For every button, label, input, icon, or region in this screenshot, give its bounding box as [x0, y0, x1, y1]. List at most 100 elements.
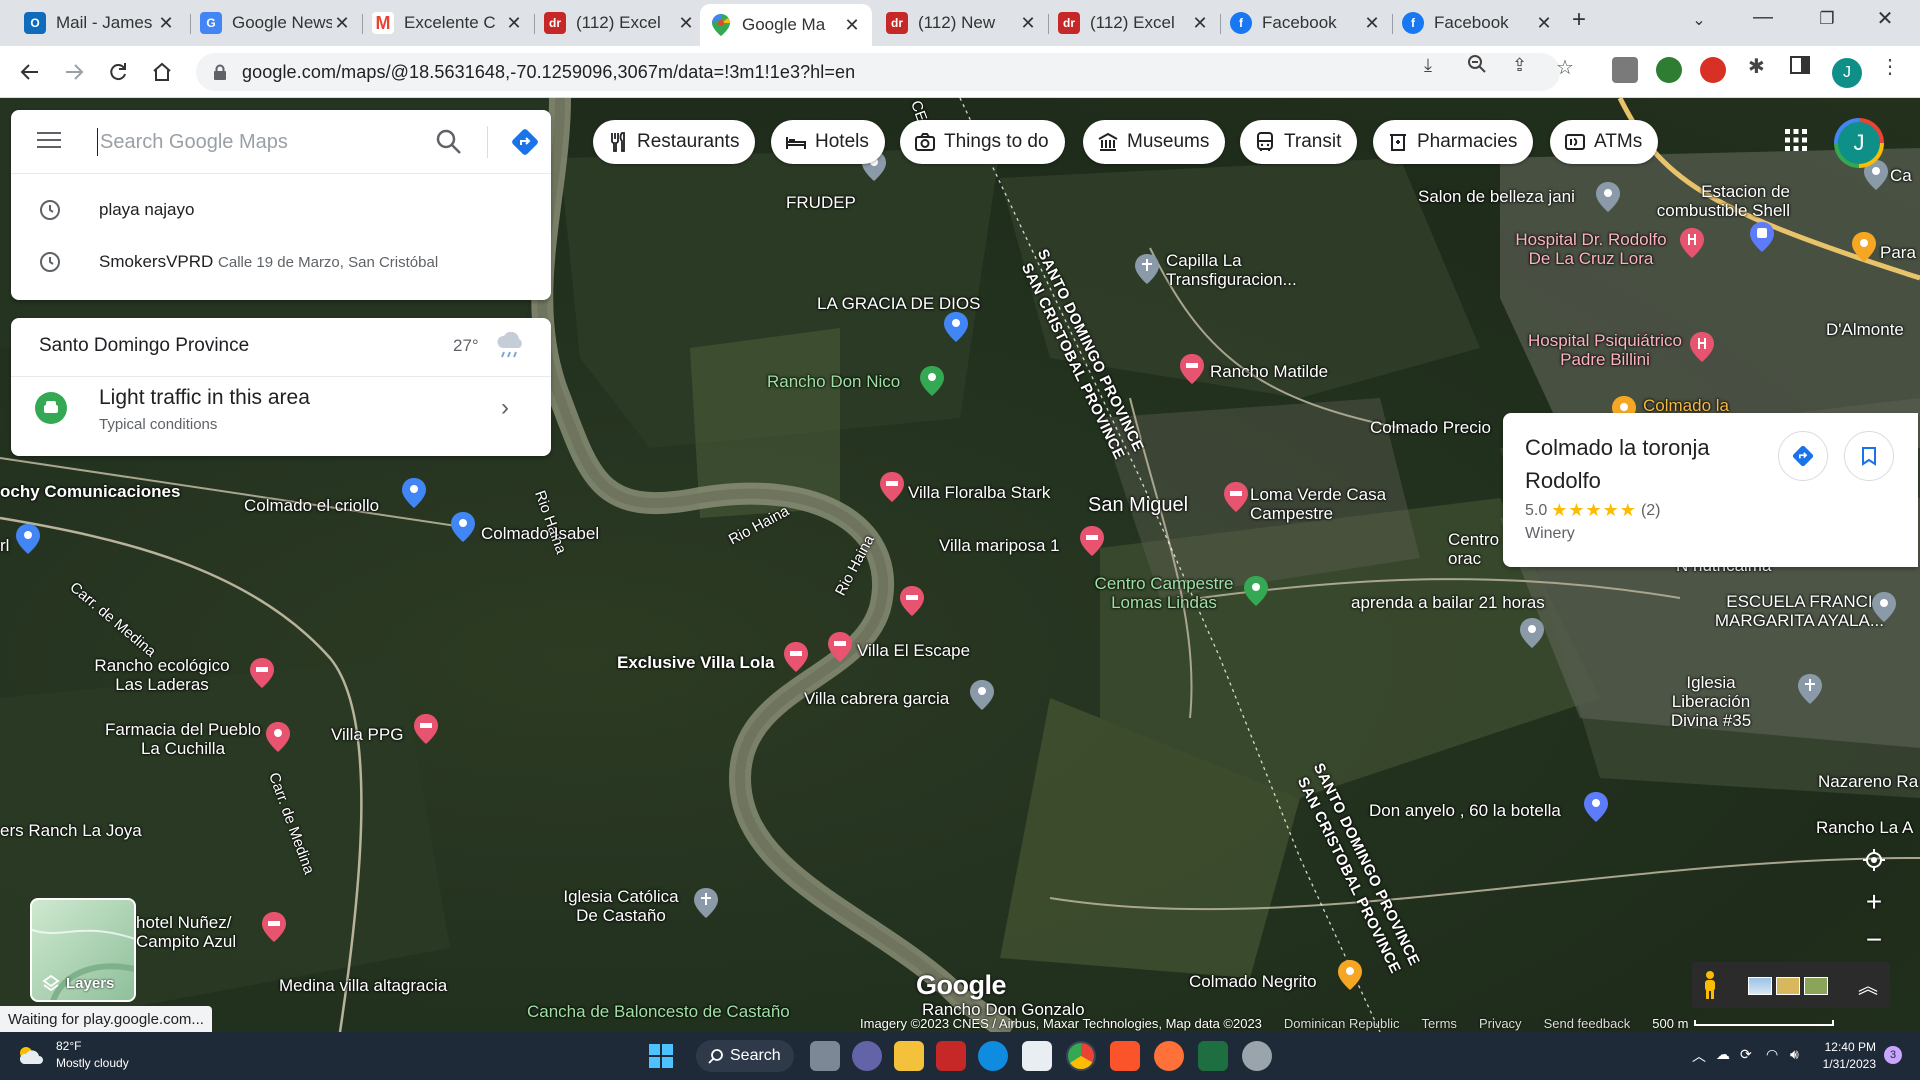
place-pin-icon[interactable] — [1596, 182, 1620, 212]
map-label[interactable]: Cancha de Baloncesto de Castaño — [527, 1002, 790, 1021]
bar-pin-icon[interactable] — [1338, 960, 1362, 990]
church-pin-icon[interactable] — [1135, 254, 1159, 284]
adblock-icon[interactable] — [1700, 57, 1726, 83]
close-icon[interactable]: ✕ — [504, 13, 524, 34]
brave-icon[interactable] — [1110, 1041, 1140, 1071]
install-app-icon[interactable]: ⤓ — [1424, 55, 1432, 76]
map-label[interactable]: Colmado Negrito — [1189, 972, 1317, 991]
map-label[interactable]: ers Ranch La Joya — [0, 821, 142, 840]
hospital-pin-icon[interactable] — [1680, 228, 1704, 258]
map-label[interactable]: Villa El Escape — [857, 641, 970, 660]
window-close-button[interactable]: ✕ — [1862, 6, 1908, 31]
microsoft-store-icon[interactable] — [1022, 1041, 1052, 1071]
tab-google-maps[interactable]: Google Ma ✕ — [700, 4, 872, 46]
hotel-pin-icon[interactable] — [828, 632, 852, 662]
place-pin-icon[interactable] — [944, 312, 968, 342]
hotel-pin-icon[interactable] — [900, 586, 924, 616]
place-card[interactable]: Colmado la toronja Rodolfo 5.0 ★★★★★ (2)… — [1503, 413, 1918, 567]
restore-button[interactable]: ❐ — [1804, 9, 1850, 29]
chip-atms[interactable]: ATMs — [1550, 120, 1659, 164]
park-pin-icon[interactable] — [920, 366, 944, 396]
map-label[interactable]: Nazareno Ra — [1818, 772, 1918, 791]
bar-pin-icon[interactable] — [1584, 792, 1608, 822]
map-label[interactable]: Loma Verde Casa Campestre — [1250, 485, 1400, 523]
church-pin-icon[interactable] — [1798, 674, 1822, 704]
tray-chevron-icon[interactable]: ︿ — [1692, 1046, 1706, 1066]
map-label[interactable]: Capilla La Transfiguracion... — [1166, 251, 1316, 289]
map-label[interactable]: Rancho Matilde — [1210, 362, 1328, 381]
map-label[interactable]: Iglesia Liberación Divina #35 — [1646, 673, 1776, 730]
tab-dr-2[interactable]: dr (112) New ✕ — [876, 6, 1048, 40]
taskbar-search[interactable]: Search — [696, 1040, 794, 1072]
map-label[interactable]: Villa mariposa 1 — [939, 536, 1060, 555]
tab-google-news[interactable]: G Google News ✕ — [190, 6, 362, 40]
teams-chat-icon[interactable] — [852, 1041, 882, 1071]
map-label[interactable]: aprenda a bailar 21 horas — [1351, 593, 1545, 612]
place-name[interactable]: Colmado la toronja Rodolfo — [1525, 431, 1775, 497]
park-pin-icon[interactable] — [1244, 576, 1268, 606]
tab-facebook-1[interactable]: f Facebook ✕ — [1220, 6, 1392, 40]
imagery-thumbnail[interactable] — [1776, 977, 1800, 995]
search-input[interactable] — [97, 128, 417, 156]
puzzle-extensions-icon[interactable]: ✱ — [1748, 54, 1765, 79]
account-avatar[interactable]: J — [1834, 118, 1884, 168]
notification-badge[interactable]: 3 — [1884, 1046, 1902, 1064]
map-label[interactable]: San Miguel — [1088, 495, 1188, 515]
wifi-icon[interactable]: ◠ — [1766, 1046, 1778, 1063]
close-icon[interactable]: ✕ — [1018, 13, 1038, 34]
save-place-button[interactable] — [1844, 431, 1894, 481]
map-label[interactable]: Villa PPG — [331, 725, 403, 744]
weather-widget[interactable]: 82°F Mostly cloudy — [16, 1038, 129, 1072]
hotel-pin-icon[interactable] — [1180, 354, 1204, 384]
map-label[interactable]: Colmado Isabel — [481, 524, 599, 543]
back-button[interactable] — [14, 56, 46, 88]
map-label[interactable]: Rancho Don Nico — [767, 372, 900, 391]
map-label[interactable]: Hospital Dr. Rodolfo De La Cruz Lora — [1506, 230, 1676, 268]
scale-bar[interactable]: 500 m — [1652, 1016, 1835, 1031]
task-view-icon[interactable] — [810, 1041, 840, 1071]
chrome-icon[interactable] — [1066, 1041, 1096, 1071]
map-label[interactable]: Villa cabrera garcia — [804, 689, 949, 708]
country-link[interactable]: Dominican Republic — [1284, 1016, 1400, 1031]
map-label[interactable]: FRUDEP — [786, 193, 856, 212]
menu-kebab-icon[interactable]: ⋮ — [1880, 54, 1900, 79]
profile-avatar[interactable]: J — [1832, 58, 1862, 88]
extension-icon[interactable] — [1656, 57, 1682, 83]
expand-chevron-icon[interactable]: ︽ — [1858, 970, 1878, 999]
my-location-button[interactable] — [1856, 842, 1892, 878]
map-label[interactable]: D'Almonte — [1826, 320, 1904, 339]
tab-dr-1[interactable]: dr (112) Excel ✕ — [534, 6, 706, 40]
chip-restaurants[interactable]: Restaurants — [593, 120, 756, 164]
map-label[interactable]: Centro Campestre Lomas Lindas — [1084, 574, 1244, 612]
directions-icon[interactable] — [511, 128, 539, 156]
traffic-title[interactable]: Light traffic in this area — [99, 386, 310, 410]
minimize-button[interactable]: — — [1740, 6, 1786, 29]
excel-icon[interactable] — [1198, 1041, 1228, 1071]
chevron-right-icon[interactable]: › — [501, 394, 509, 422]
chip-transit[interactable]: Transit — [1240, 120, 1358, 164]
close-icon[interactable]: ✕ — [676, 13, 696, 34]
search-icon[interactable] — [436, 129, 462, 155]
layers-button[interactable]: Layers — [30, 898, 136, 1002]
pegman-icon[interactable] — [1702, 970, 1718, 1000]
map-label[interactable]: Iglesia Católica De Castaño — [556, 887, 686, 925]
app-icon[interactable] — [1242, 1041, 1272, 1071]
clock[interactable]: 12:40 PM 1/31/2023 — [1816, 1039, 1876, 1073]
shop-pin-icon[interactable] — [402, 478, 426, 508]
close-icon[interactable]: ✕ — [156, 13, 176, 34]
hotel-pin-icon[interactable] — [1080, 526, 1104, 556]
map-label[interactable]: LA GRACIA DE DIOS — [817, 294, 980, 313]
map-label[interactable]: Ca — [1890, 166, 1912, 185]
chip-museums[interactable]: Museums — [1083, 120, 1226, 164]
home-button[interactable] — [146, 56, 178, 88]
firefox-icon[interactable] — [1154, 1041, 1184, 1071]
tab-dr-3[interactable]: dr (112) Excel ✕ — [1048, 6, 1220, 40]
privacy-link[interactable]: Privacy — [1479, 1016, 1522, 1031]
new-tab-button[interactable]: + — [1556, 6, 1602, 34]
apps-grid-icon[interactable] — [1784, 128, 1808, 152]
hotel-pin-icon[interactable] — [262, 912, 286, 942]
recent-search-item[interactable]: playa najayo — [11, 184, 551, 236]
file-explorer-icon[interactable] — [894, 1041, 924, 1071]
map-label[interactable]: rl — [0, 536, 9, 555]
chip-hotels[interactable]: Hotels — [771, 120, 885, 164]
